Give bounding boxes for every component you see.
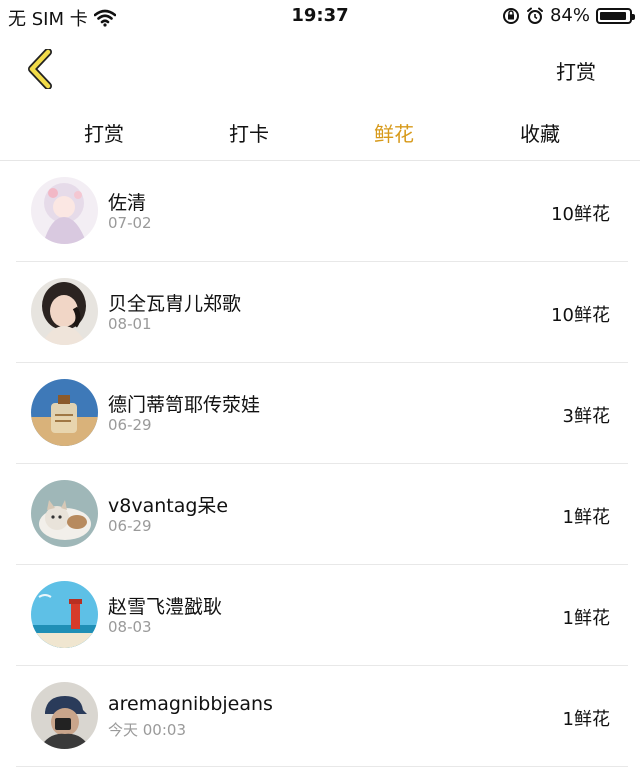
gift-date: 06-29 bbox=[108, 416, 152, 434]
gift-date: 07-02 bbox=[108, 214, 152, 232]
tab-favorites[interactable]: 收藏 bbox=[490, 118, 590, 147]
user-name: v8vantag呆e bbox=[108, 495, 229, 517]
anime-girl-avatar[interactable] bbox=[31, 177, 98, 244]
list-item[interactable]: 德门蒂笥耶传荥娃 06-29 3鲜花 bbox=[16, 362, 628, 464]
list-item[interactable]: v8vantag呆e 06-29 1鲜花 bbox=[16, 463, 628, 565]
list-item[interactable]: 贝全瓦胄儿郑歌 08-01 10鲜花 bbox=[16, 261, 628, 363]
chevron-left-icon bbox=[28, 49, 52, 89]
user-name: aremagnibbjeans bbox=[108, 693, 273, 715]
gift-date: 今天 00:03 bbox=[108, 721, 186, 739]
tab-reward[interactable]: 打赏 bbox=[54, 118, 154, 147]
reward-button[interactable]: 打赏 bbox=[556, 56, 596, 85]
cat-photo-avatar[interactable] bbox=[31, 480, 98, 547]
gift-date: 06-29 bbox=[108, 517, 152, 535]
tab-checkin[interactable]: 打卡 bbox=[199, 118, 299, 147]
flower-count: 3鲜花 bbox=[562, 406, 610, 427]
back-button[interactable] bbox=[20, 48, 60, 90]
alarm-icon bbox=[526, 7, 543, 24]
user-name: 赵雪飞澧戤耿 bbox=[108, 596, 223, 618]
nav-bar: 打赏 bbox=[0, 34, 640, 104]
user-name: 佐清 bbox=[108, 192, 147, 214]
lighthouse-photo-avatar[interactable] bbox=[31, 581, 98, 648]
flower-count: 1鲜花 bbox=[562, 507, 610, 528]
flower-count: 1鲜花 bbox=[562, 709, 610, 730]
flower-count: 1鲜花 bbox=[562, 608, 610, 629]
status-right: 84% bbox=[502, 5, 635, 26]
flower-count: 10鲜花 bbox=[551, 204, 610, 225]
person-cap-avatar[interactable] bbox=[31, 682, 98, 749]
battery-percent: 84% bbox=[549, 5, 590, 26]
bottle-photo-avatar[interactable] bbox=[31, 379, 98, 446]
rotation-lock-icon bbox=[502, 7, 519, 24]
tab-bar: 打赏 打卡 鲜花 收藏 bbox=[0, 104, 640, 161]
flower-count: 10鲜花 bbox=[551, 305, 610, 326]
list-item[interactable]: 佐清 07-02 10鲜花 bbox=[16, 160, 628, 262]
child-photo-avatar[interactable] bbox=[31, 278, 98, 345]
gift-date: 08-01 bbox=[108, 315, 152, 333]
user-name: 贝全瓦胄儿郑歌 bbox=[108, 293, 242, 315]
status-bar: 无 SIM 卡 19:37 84% bbox=[0, 0, 640, 34]
user-name: 德门蒂笥耶传荥娃 bbox=[108, 394, 261, 416]
battery-icon bbox=[596, 7, 635, 24]
tab-flowers[interactable]: 鲜花 bbox=[344, 118, 444, 147]
gift-date: 08-03 bbox=[108, 618, 152, 636]
list-item[interactable]: aremagnibbjeans 今天 00:03 1鲜花 bbox=[16, 665, 628, 767]
list-item[interactable]: 赵雪飞澧戤耿 08-03 1鲜花 bbox=[16, 564, 628, 666]
